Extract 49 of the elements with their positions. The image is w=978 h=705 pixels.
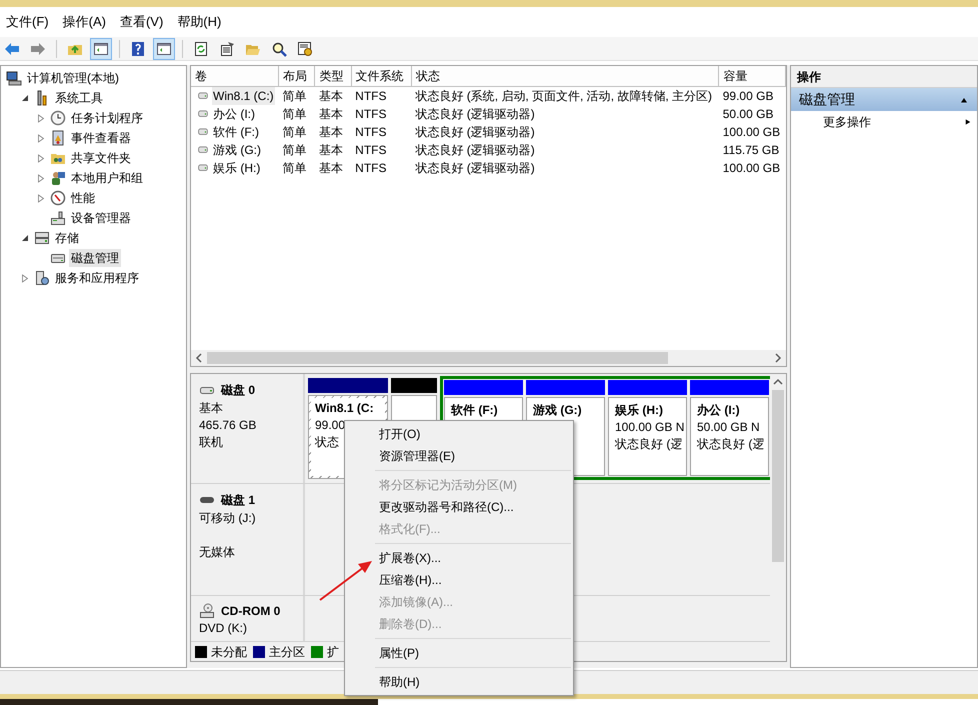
disk-info: 无媒体 (199, 544, 235, 561)
table-cell: 基本 (318, 106, 343, 120)
table-cell: 99.00 GB (722, 88, 774, 102)
legend-label: 扩 (327, 644, 339, 660)
table-cell: 基本 (318, 160, 343, 174)
partition-name: Win8.1 (C: (315, 400, 374, 417)
table-cell: 状态良好 (逻辑驱动器) (415, 124, 535, 138)
table-cell: 状态良好 (逻辑驱动器) (415, 106, 535, 120)
disk-name: 磁盘 1 (221, 492, 256, 509)
partition-info: 状态良好 (逻 (697, 436, 764, 453)
disk-info: 可移动 (J:) (199, 510, 256, 527)
table-cell: 100.00 GB (722, 160, 780, 174)
partition-info: 99.00 (315, 417, 346, 434)
table-cell: 50.00 GB (722, 106, 774, 120)
table-cell: 简单 (282, 106, 307, 120)
partition-name: 软件 (F:) (451, 402, 498, 419)
table-cell: 基本 (318, 88, 343, 102)
table-cell: 100.00 GB (722, 124, 780, 138)
table-cell: 简单 (282, 142, 307, 156)
disk-info: 基本 (199, 400, 223, 417)
disk-info: 465.76 GB (199, 417, 256, 434)
table-cell: NTFS (355, 160, 386, 174)
table-cell: 简单 (282, 124, 307, 138)
table-cell: NTFS (355, 124, 386, 138)
partition-info: 状态良好 (逻 (615, 436, 682, 453)
partition-info: 状态 (315, 434, 339, 451)
disk-name: CD-ROM 0 (221, 603, 280, 620)
table-cell: 115.75 GB (722, 142, 780, 156)
legend-label: 主分区 (269, 644, 305, 660)
legend-label: 未分配 (211, 644, 247, 660)
table-cell: 状态良好 (逻辑驱动器) (415, 160, 535, 174)
table-cell: NTFS (355, 88, 386, 102)
table-cell: 简单 (282, 160, 307, 174)
table-cell: NTFS (355, 142, 386, 156)
disk-name: 磁盘 0 (221, 382, 256, 399)
table-cell: 状态良好 (逻辑驱动器) (415, 142, 535, 156)
disk-info: 联机 (199, 434, 223, 451)
partition-info: 100.00 GB N (615, 419, 684, 436)
partition-name: 办公 (I:) (697, 402, 740, 419)
table-cell: 状态良好 (系统, 启动, 页面文件, 活动, 故障转储, 主分区) (415, 88, 712, 102)
disk-info: DVD (K:) (199, 620, 247, 637)
table-cell: 简单 (282, 88, 307, 102)
table-cell: NTFS (355, 106, 386, 120)
partition-info: 50.00 GB N (697, 419, 760, 436)
table-cell: 基本 (318, 142, 343, 156)
table-cell: 基本 (318, 124, 343, 138)
pane-title: 操作 (791, 66, 977, 88)
partition-name: 娱乐 (H:) (615, 402, 663, 419)
partition-name: 游戏 (G:) (533, 402, 582, 419)
